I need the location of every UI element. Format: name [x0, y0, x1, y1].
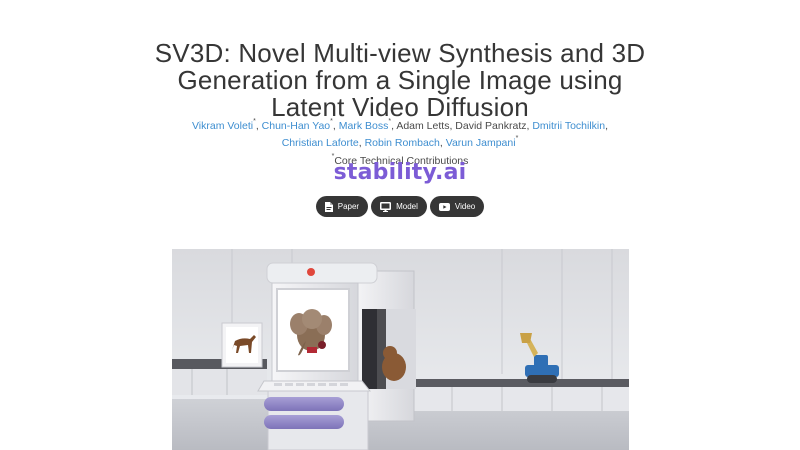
title-line-2: Generation from a Single Image using: [177, 65, 623, 96]
author-link[interactable]: Vikram Voleti: [192, 120, 253, 132]
brand-dot: .: [435, 160, 444, 185]
model-button[interactable]: Model: [371, 196, 427, 217]
brand-main: stability: [333, 160, 436, 185]
paper-label: Paper: [337, 202, 360, 211]
author-line-1: Vikram Voleti*, Chun-Han Yao*, Mark Boss…: [191, 118, 609, 132]
author-link[interactable]: Mark Boss: [339, 120, 389, 132]
model-label: Model: [396, 202, 418, 211]
project-page: SV3D: Novel Multi-view Synthesis and 3D …: [0, 0, 800, 450]
video-label: Video: [454, 202, 476, 211]
monitor-icon: [380, 201, 392, 212]
author-link[interactable]: Dmitrii Tochilkin: [532, 120, 605, 132]
author-link[interactable]: Varun Jampani: [446, 137, 516, 149]
page-title: SV3D: Novel Multi-view Synthesis and 3D …: [0, 40, 800, 121]
author-link[interactable]: Robin Rombach: [365, 137, 440, 149]
stability-ai-logo[interactable]: stability.ai: [0, 160, 800, 185]
author-link[interactable]: Christian Laforte: [282, 137, 359, 149]
author-name: David Pankratz: [455, 120, 527, 132]
author-name: Adam Letts: [396, 120, 450, 132]
author-mark: *: [515, 135, 519, 142]
title-line-1: SV3D: Novel Multi-view Synthesis and 3D: [154, 38, 646, 69]
video-button[interactable]: Video: [429, 196, 485, 217]
link-buttons: Paper Model Video: [0, 196, 800, 217]
teaser-image: [172, 249, 629, 450]
youtube-icon: [438, 202, 450, 211]
file-pdf-icon: [324, 201, 333, 212]
paper-button[interactable]: Paper: [315, 196, 369, 217]
author-line-2: Christian Laforte, Robin Rombach, Varun …: [281, 135, 519, 149]
brand-suffix: ai: [443, 160, 467, 185]
author-link[interactable]: Chun-Han Yao: [262, 120, 331, 132]
